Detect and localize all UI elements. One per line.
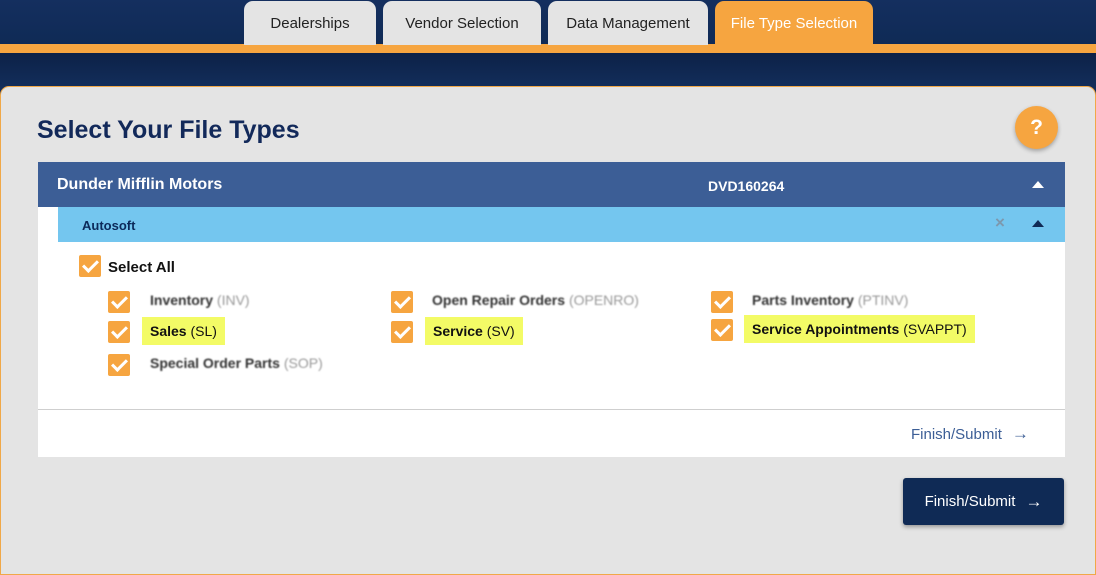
file-type-code: (INV) <box>216 292 250 308</box>
collapse-vendor-icon[interactable] <box>1032 220 1044 227</box>
file-type-code: (SL) <box>190 323 217 339</box>
tab-file-type-selection-label: File Type Selection <box>730 14 858 32</box>
collapse-dealer-icon[interactable] <box>1032 181 1044 188</box>
tab-dealerships[interactable]: Dealerships <box>244 1 376 45</box>
checkbox-open-repair-orders[interactable] <box>391 291 413 313</box>
select-all-label: Select All <box>108 259 175 276</box>
finish-submit-button-label: Finish/Submit <box>924 493 1016 510</box>
arrow-right-icon: → <box>1025 491 1043 511</box>
remove-vendor-icon[interactable]: × <box>995 213 1005 233</box>
dealer-header[interactable]: Dunder Mifflin Motors DVD160264 <box>38 162 1065 207</box>
help-button[interactable]: ? <box>1015 106 1058 149</box>
tab-vendor-selection-label: Vendor Selection <box>405 14 519 32</box>
file-type-inventory: Inventory (INV) <box>150 292 250 308</box>
tab-dealerships-label: Dealerships <box>270 14 350 32</box>
tab-file-type-selection[interactable]: File Type Selection <box>715 1 873 45</box>
file-type-special-order-parts: Special Order Parts (SOP) <box>150 355 323 371</box>
finish-submit-link[interactable]: Finish/Submit → <box>911 424 1029 444</box>
checkbox-sales[interactable] <box>108 321 130 343</box>
vendor-name: Autosoft <box>82 218 136 233</box>
card-divider <box>38 409 1065 410</box>
file-type-sales: Sales (SL) <box>142 317 225 345</box>
file-type-code: (SV) <box>486 323 515 339</box>
file-type-name: Service Appointments <box>752 321 900 337</box>
checkbox-service-appointments[interactable] <box>711 319 733 341</box>
finish-submit-link-label: Finish/Submit <box>911 425 1002 443</box>
file-type-name: Service <box>433 323 483 339</box>
file-type-name: Open Repair Orders <box>432 292 566 308</box>
page-title: Select Your File Types <box>37 116 300 144</box>
checkbox-parts-inventory[interactable] <box>711 291 733 313</box>
question-mark-icon: ? <box>1030 115 1043 139</box>
file-type-card: Dunder Mifflin Motors DVD160264 Autosoft… <box>38 162 1065 457</box>
select-all-checkbox[interactable] <box>79 255 101 277</box>
file-type-code: (PTINV) <box>857 292 909 308</box>
finish-submit-button[interactable]: Finish/Submit → <box>903 478 1064 525</box>
file-type-open-repair-orders: Open Repair Orders (OPENRO) <box>432 292 639 308</box>
file-type-name: Special Order Parts <box>150 355 280 371</box>
file-type-service-appointments: Service Appointments (SVAPPT) <box>744 315 975 343</box>
tab-data-management-label: Data Management <box>566 14 690 32</box>
checkbox-service[interactable] <box>391 321 413 343</box>
file-type-name: Parts Inventory <box>752 292 854 308</box>
arrow-right-icon: → <box>1011 424 1029 443</box>
dealer-id: DVD160264 <box>708 178 785 194</box>
header-accent-line <box>0 44 1096 53</box>
file-type-service: Service (SV) <box>425 317 523 345</box>
checkbox-special-order-parts[interactable] <box>108 354 130 376</box>
tab-data-management[interactable]: Data Management <box>548 1 708 45</box>
file-type-name: Sales <box>150 323 187 339</box>
checkbox-inventory[interactable] <box>108 291 130 313</box>
file-type-code: (SVAPPT) <box>903 321 967 337</box>
file-type-parts-inventory: Parts Inventory (PTINV) <box>752 292 908 308</box>
file-type-name: Inventory <box>150 292 214 308</box>
file-type-code: (OPENRO) <box>568 292 639 308</box>
vendor-header[interactable]: Autosoft × <box>58 207 1065 242</box>
file-type-code: (SOP) <box>283 355 323 371</box>
dealer-name: Dunder Mifflin Motors <box>57 176 223 193</box>
tab-vendor-selection[interactable]: Vendor Selection <box>383 1 541 45</box>
